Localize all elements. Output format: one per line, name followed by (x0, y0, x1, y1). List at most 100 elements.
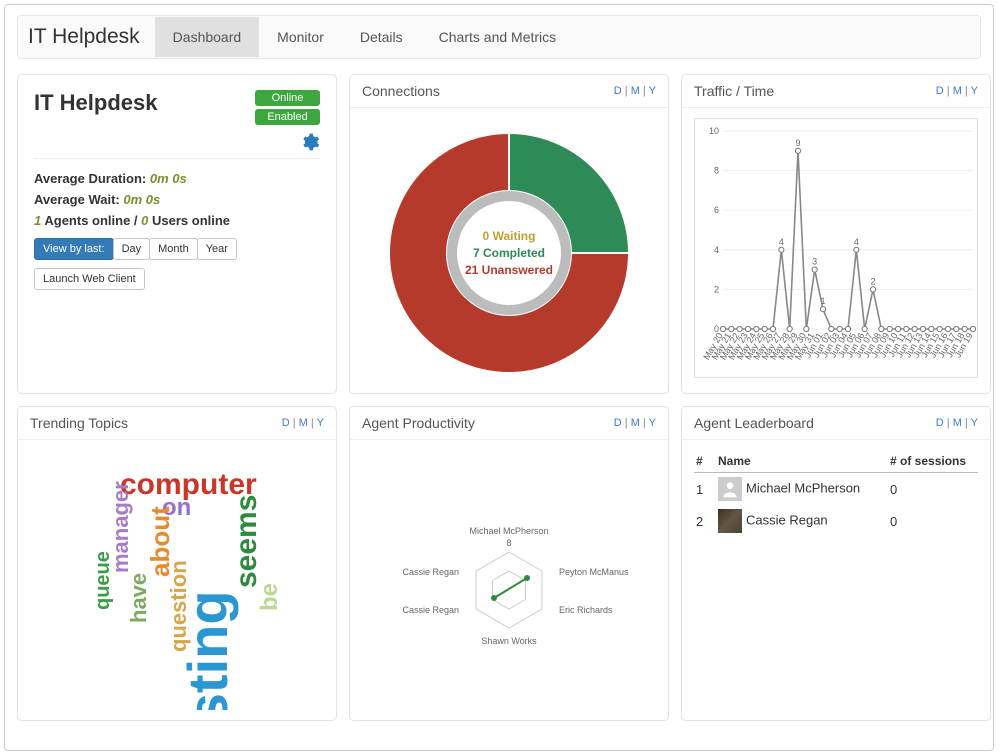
avatar-icon (718, 509, 742, 533)
view-by-last-label: View by last: (34, 238, 114, 260)
productivity-dmy: D | M | Y (614, 417, 656, 429)
users-online-label: Users online (148, 213, 230, 228)
avg-duration: Average Duration: 0m 0s (34, 171, 320, 186)
col-name: Name (716, 450, 888, 473)
svg-text:9: 9 (795, 138, 800, 148)
connections-dmy: D | M | Y (614, 85, 656, 97)
dashboard-grid: IT Helpdesk Online Enabled Average Durat… (17, 74, 981, 721)
panel-helpdesk: IT Helpdesk Online Enabled Average Durat… (17, 74, 337, 394)
btn-month[interactable]: Month (149, 238, 198, 260)
col-sessions: # of sessions (888, 450, 978, 473)
productivity-y[interactable]: Y (649, 417, 656, 429)
svg-text:Eric Richards: Eric Richards (559, 605, 613, 615)
traffic-title: Traffic / Time (694, 83, 774, 99)
traffic-m[interactable]: M (953, 85, 962, 97)
table-row: 1 Michael McPherson 0 (694, 473, 978, 506)
trending-d[interactable]: D (282, 417, 290, 429)
svg-text:6: 6 (714, 205, 719, 215)
connections-donut-chart: 0 Waiting 7 Completed 21 Unanswered (379, 123, 639, 383)
rank: 1 (694, 473, 716, 506)
connections-d[interactable]: D (614, 85, 622, 97)
panel-leaderboard: Agent Leaderboard D | M | Y # Name # of … (681, 406, 991, 721)
connections-y[interactable]: Y (649, 85, 656, 97)
panel-connections: Connections D | M | Y 0 Waiting 7 Comple… (349, 74, 669, 394)
traffic-d[interactable]: D (936, 85, 944, 97)
panel-traffic: Traffic / Time D | M | Y 0246810493142Ma… (681, 74, 991, 394)
trending-dmy: D | M | Y (282, 417, 324, 429)
header-tabbar: IT Helpdesk Dashboard Monitor Details Ch… (17, 15, 981, 59)
tab-charts-metrics[interactable]: Charts and Metrics (421, 17, 574, 57)
agents-online-label: Agents online / (41, 213, 141, 228)
leaderboard-title: Agent Leaderboard (694, 415, 814, 431)
donut-completed-label: 7 Completed (465, 245, 553, 262)
svg-text:Cassie Regan: Cassie Regan (402, 605, 459, 615)
donut-waiting-label: 0 Waiting (465, 228, 553, 245)
productivity-title: Agent Productivity (362, 415, 475, 431)
svg-text:10: 10 (709, 126, 719, 136)
col-rank: # (694, 450, 716, 473)
leaderboard-m[interactable]: M (953, 417, 962, 429)
trending-title: Trending Topics (30, 415, 128, 431)
wordcloud-word: have (128, 573, 150, 623)
svg-text:2: 2 (714, 284, 719, 294)
badge-online: Online (255, 90, 320, 106)
launch-web-client-button[interactable]: Launch Web Client (34, 268, 145, 290)
divider (34, 158, 320, 159)
status-badges: Online Enabled (255, 90, 320, 158)
donut-unanswered-label: 21 Unanswered (465, 261, 553, 278)
svg-text:8: 8 (714, 166, 719, 176)
svg-text:Shawn Works: Shawn Works (481, 636, 537, 646)
svg-text:8: 8 (506, 538, 511, 548)
name-cell: Cassie Regan (716, 505, 888, 537)
badge-enabled: Enabled (255, 109, 320, 125)
app-window: IT Helpdesk Dashboard Monitor Details Ch… (4, 4, 994, 751)
svg-text:4: 4 (779, 237, 784, 247)
tab-monitor[interactable]: Monitor (259, 17, 342, 57)
tab-details[interactable]: Details (342, 17, 421, 57)
donut-center-labels: 0 Waiting 7 Completed 21 Unanswered (465, 228, 553, 278)
gear-icon[interactable] (300, 132, 320, 158)
avg-duration-value: 0m 0s (150, 171, 187, 186)
leaderboard-dmy: D | M | Y (936, 417, 978, 429)
btn-year[interactable]: Year (197, 238, 237, 260)
svg-text:Peyton McManus: Peyton McManus (559, 567, 629, 577)
trending-m[interactable]: M (299, 417, 308, 429)
wordcloud-word: question (168, 560, 190, 652)
traffic-y[interactable]: Y (971, 85, 978, 97)
svg-text:3: 3 (812, 257, 817, 267)
svg-text:Michael McPherson: Michael McPherson (469, 526, 548, 536)
productivity-m[interactable]: M (631, 417, 640, 429)
wordcloud-word: be (258, 583, 282, 611)
avg-wait-label: Average Wait: (34, 192, 120, 207)
leaderboard-table: # Name # of sessions 1 Michael McPherson… (694, 450, 978, 537)
connections-title: Connections (362, 83, 440, 99)
rank: 2 (694, 505, 716, 537)
svg-text:Cassie Regan: Cassie Regan (402, 567, 459, 577)
helpdesk-title: IT Helpdesk (34, 90, 157, 116)
wordcloud-word: queue (93, 551, 113, 610)
leaderboard-y[interactable]: Y (971, 417, 978, 429)
name-cell: Michael McPherson (716, 473, 888, 506)
btn-day[interactable]: Day (113, 238, 151, 260)
svg-text:2: 2 (870, 276, 875, 286)
app-title: IT Helpdesk (28, 25, 140, 49)
sessions: 0 (888, 505, 978, 537)
agent-name: Michael McPherson (746, 480, 860, 495)
svg-text:4: 4 (714, 245, 719, 255)
table-row: 2 Cassie Regan 0 (694, 505, 978, 537)
wordcloud: testingcomputerseemsonaboutquestionmanag… (30, 450, 324, 710)
tab-dashboard[interactable]: Dashboard (155, 17, 260, 57)
trending-y[interactable]: Y (317, 417, 324, 429)
panel-trending: Trending Topics D | M | Y testingcompute… (17, 406, 337, 721)
svg-text:4: 4 (854, 237, 859, 247)
avg-wait: Average Wait: 0m 0s (34, 192, 320, 207)
connections-m[interactable]: M (631, 85, 640, 97)
productivity-radar-chart: 8 Michael McPherson Peyton McManus Eric Ric… (362, 450, 656, 710)
avg-wait-value: 0m 0s (123, 192, 160, 207)
productivity-d[interactable]: D (614, 417, 622, 429)
traffic-line-chart: 0246810493142May 20May 21May 22May 23May… (694, 118, 978, 378)
avg-duration-label: Average Duration: (34, 171, 146, 186)
panel-productivity: Agent Productivity D | M | Y 8 Michael Mc… (349, 406, 669, 721)
leaderboard-d[interactable]: D (936, 417, 944, 429)
agents-users-online: 1 Agents online / 0 Users online (34, 213, 320, 228)
